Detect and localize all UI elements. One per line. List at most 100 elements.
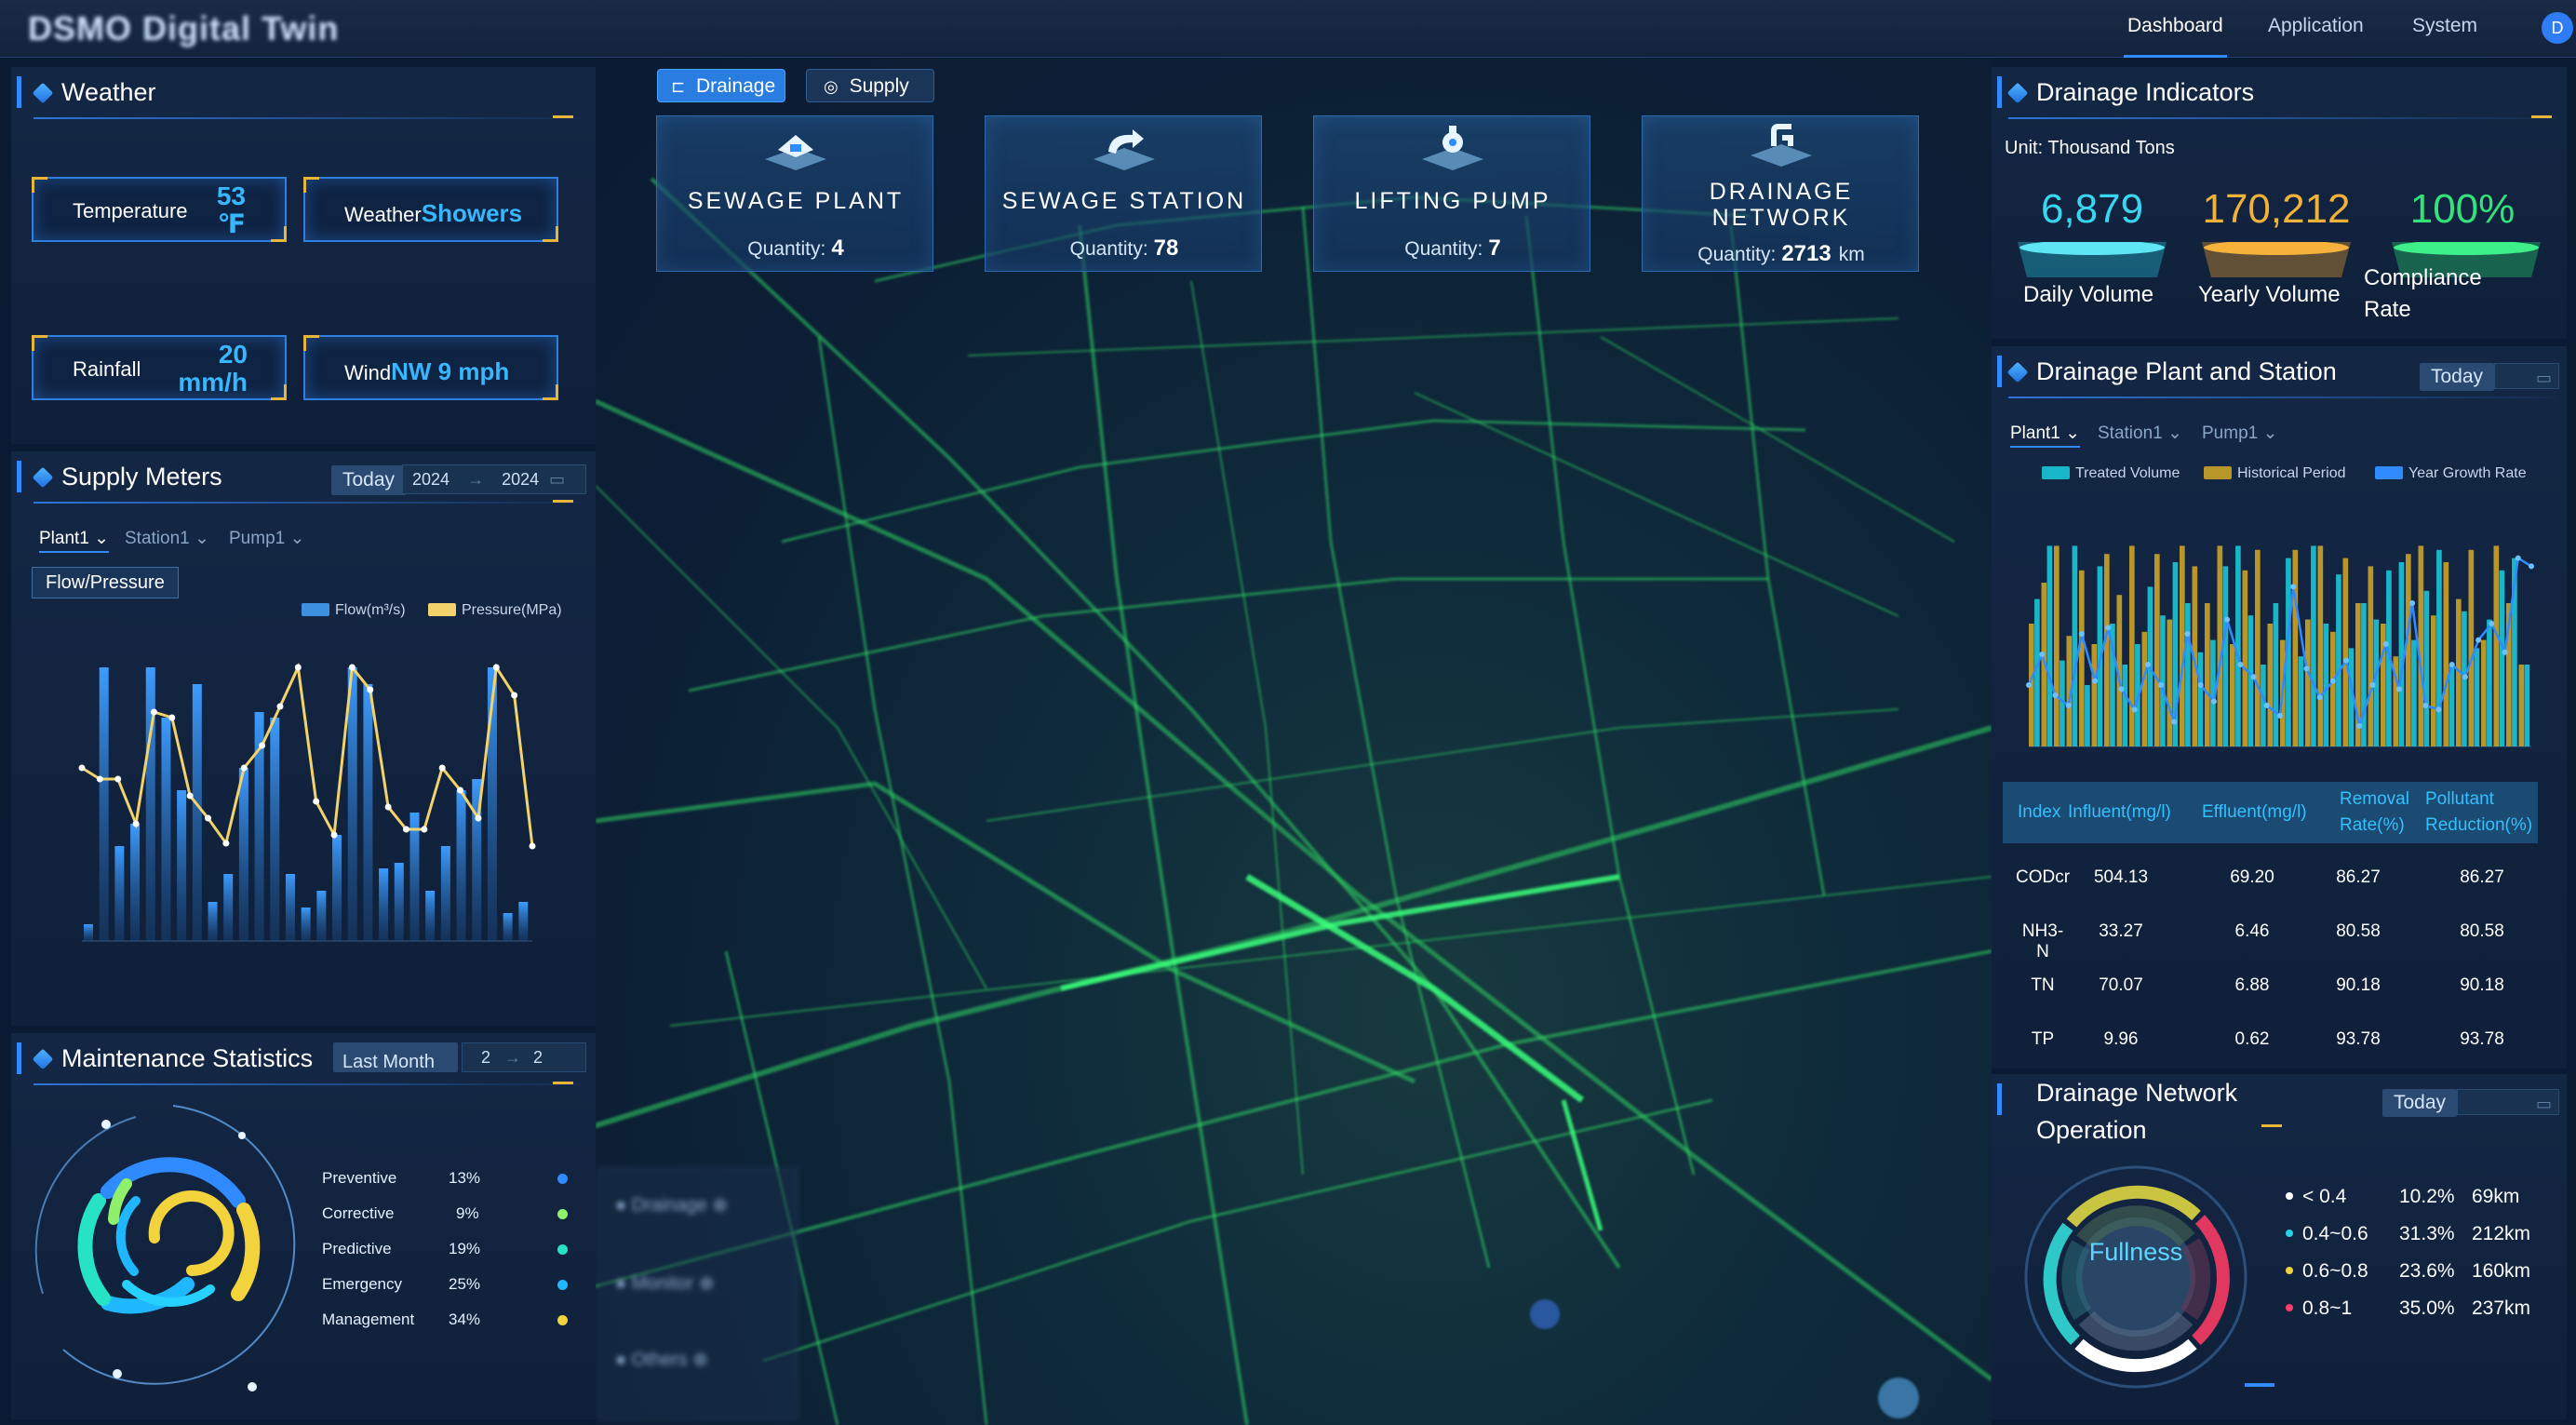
flow-bar (145, 667, 155, 941)
pressure-point (132, 820, 140, 827)
date-range-picker[interactable]: ▭ (2457, 1089, 2559, 1115)
treated-bar (2411, 639, 2417, 746)
drainage-icon: ⊏ (671, 77, 686, 96)
table-cell: 86.27 (2460, 867, 2504, 887)
period-selector[interactable]: Last Month (333, 1042, 458, 1072)
filter-plant[interactable]: Plant1 ⌄ (39, 528, 110, 553)
pager-indicator[interactable] (2245, 1383, 2274, 1387)
legend-dot (557, 1244, 568, 1255)
toggle-drainage[interactable]: ⊏ Drainage (657, 69, 785, 102)
growth-point (2171, 719, 2178, 725)
filter-station[interactable]: Station1 ⌄ (125, 528, 209, 549)
treated-bar (2487, 619, 2492, 746)
daily-volume-value: 6,879 (2040, 186, 2144, 232)
fullness-label: Fullness (2088, 1238, 2183, 1266)
card-title: LIFTING PUMP (1354, 188, 1551, 214)
flow-bar (518, 902, 529, 941)
maint-pct: 13% (449, 1169, 481, 1187)
maint-name: Preventive (322, 1169, 397, 1187)
card-sewage-plant[interactable]: SEWAGE PLANT Quantity: 4 (656, 115, 933, 272)
today-button[interactable]: Today (2382, 1089, 2458, 1117)
flow-bar (114, 846, 125, 941)
avatar[interactable]: D (2542, 12, 2573, 44)
legend-flow: Flow(m³/s) (302, 602, 406, 619)
treated-bar (2436, 549, 2442, 746)
growth-point (2435, 706, 2442, 713)
pressure-point (367, 686, 374, 693)
fullness-length: 212km (2472, 1223, 2531, 1244)
wind-label: WindNW 9 mph (344, 357, 510, 385)
lifting-pump-icon (1422, 126, 1483, 170)
card-drainage-network[interactable]: DRAINAGE NETWORK Quantity: 2713 km (1642, 115, 1919, 272)
rainfall-value: 20 mm/h (178, 340, 248, 397)
calendar-icon: ▭ (549, 470, 566, 489)
fullness-range: 0.6~0.8 (2286, 1260, 2368, 1283)
toggle-supply[interactable]: ◎ Supply (806, 69, 934, 102)
chevron-down-icon: ⌄ (2065, 423, 2081, 443)
treated-bar (2046, 545, 2053, 746)
today-button[interactable]: Today (331, 465, 407, 495)
rainfall-box: Rainfall 20 mm/h (32, 335, 287, 400)
weather-title: Weather (32, 78, 156, 121)
maint-pct: 34% (449, 1311, 481, 1328)
filter-pump[interactable]: Pump1 ⌄ (229, 528, 304, 549)
growth-point (2343, 657, 2350, 664)
date-range-picker[interactable]: 2024 → 2024 ▭ (402, 464, 586, 494)
th-effluent: Effluent(mg/l) (2202, 802, 2307, 822)
treated-bar (2474, 648, 2480, 746)
filter-plant[interactable]: Plant1 ⌄ (2010, 423, 2081, 448)
growth-point (2065, 703, 2072, 708)
map-layer-item[interactable]: ● Drainage ⊕ (615, 1193, 773, 1216)
calendar-icon: ▭ (2536, 369, 2553, 387)
map-layer-legend[interactable]: ● Drainage ⊕ ● Monitor ⊕ ● Others ⊕ (597, 1168, 798, 1419)
historical-bar (2104, 554, 2110, 746)
drainage-indicators-panel: Drainage Indicators Unit: Thousand Tons … (1992, 67, 2567, 339)
toggle-drainage-label: Drainage (695, 75, 776, 97)
title-accent (1997, 1083, 2002, 1115)
nav-system[interactable]: System (2412, 15, 2477, 37)
top-bar: DSMO Digital Twin Dashboard Application … (0, 0, 2576, 58)
card-title: SEWAGE STATION (1001, 188, 1247, 214)
pressure-point (114, 775, 122, 783)
flow-bar (440, 846, 450, 941)
nav-dashboard[interactable]: Dashboard (2124, 15, 2227, 58)
growth-point (2158, 682, 2165, 688)
growth-point (2475, 637, 2482, 643)
card-lifting-pump[interactable]: LIFTING PUMP Quantity: 7 (1313, 115, 1590, 272)
maint-pct: 25% (449, 1275, 481, 1293)
nav-application[interactable]: Application (2268, 15, 2364, 37)
legend-dot (557, 1174, 568, 1184)
pressure-point (348, 664, 356, 671)
treated-bar (2185, 603, 2191, 746)
map-layer-item[interactable]: ● Others ⊕ (615, 1348, 773, 1370)
historical-bar (2242, 570, 2248, 746)
historical-bar (2205, 603, 2210, 746)
chevron-down-icon: ⌄ (195, 529, 209, 548)
map-layer-item[interactable]: ● Monitor ⊕ (615, 1271, 773, 1294)
flow-bar (425, 891, 436, 941)
card-sewage-station[interactable]: SEWAGE STATION Quantity: 78 (985, 115, 1262, 272)
daily-volume-base (2018, 242, 2167, 277)
pressure-point (186, 792, 194, 800)
filter-pump[interactable]: Pump1 ⌄ (2202, 423, 2277, 444)
growth-point (2118, 686, 2125, 692)
legend-dot (2286, 1267, 2293, 1274)
legend-dot (557, 1280, 568, 1290)
fullness-length: 69km (2472, 1186, 2520, 1207)
today-button[interactable]: Today (2420, 363, 2495, 391)
fullness-range: 0.8~1 (2286, 1297, 2352, 1320)
growth-point (2529, 563, 2534, 570)
growth-point (2026, 682, 2032, 688)
temperature-label: Temperature (73, 199, 188, 222)
supply-meters-panel: Supply Meters Today 2024 → 2024 ▭ Plant1… (11, 451, 596, 1026)
flow-bar (285, 874, 295, 941)
card-quantity: Quantity: 7 (1404, 235, 1501, 261)
filter-station[interactable]: Station1 ⌄ (2098, 423, 2182, 444)
table-cell: 93.78 (2460, 1029, 2504, 1049)
date-range-picker[interactable]: ▭ (2494, 363, 2559, 389)
flow-bar (192, 684, 202, 941)
flow-pressure-tab[interactable]: Flow/Pressure (32, 567, 179, 598)
th-influent: Influent(mg/l) (2068, 802, 2171, 822)
maintenance-range[interactable]: 2 → 2 (462, 1042, 586, 1072)
historical-bar (2091, 644, 2098, 746)
